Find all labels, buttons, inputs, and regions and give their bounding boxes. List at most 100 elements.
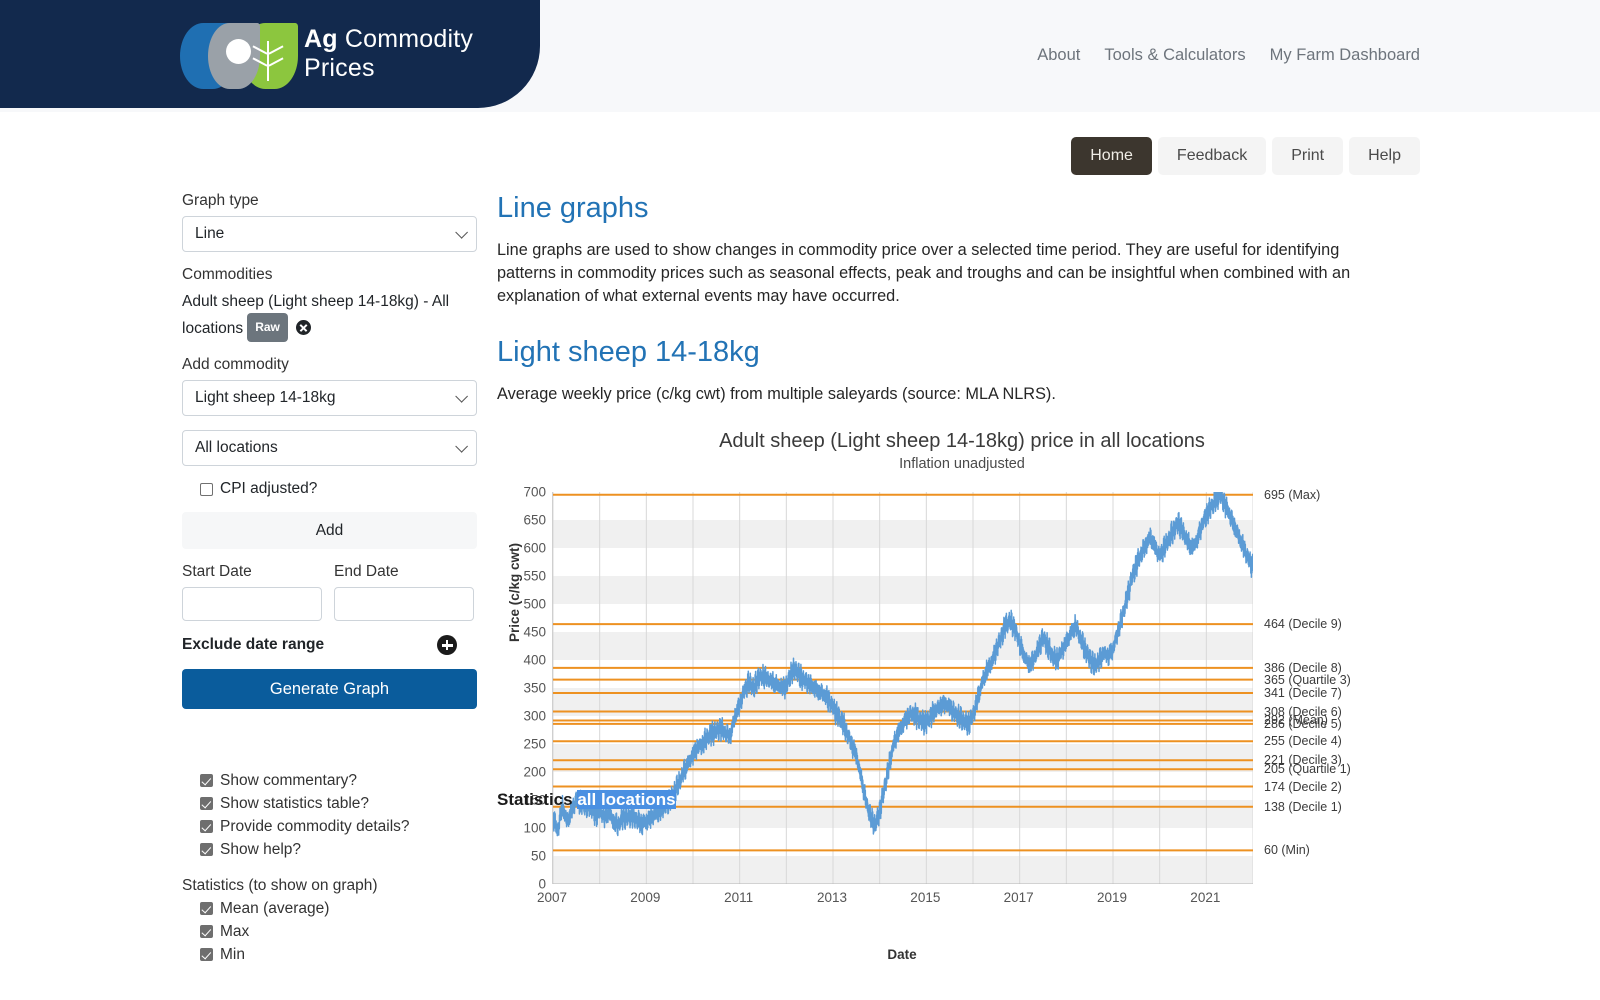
reference-line-label: 464 (Decile 9) [1264,617,1342,632]
statistic-max[interactable]: Max [200,920,477,943]
add-commodity-select[interactable]: Light sheep 14-18kg [182,380,477,416]
nav-item-my-farm-dashboard[interactable]: My Farm Dashboard [1270,46,1420,65]
cpi-adjusted-checkbox[interactable] [200,482,213,496]
controls-sidebar: Graph type Line Commodities Adult sheep … [182,192,477,966]
reference-line-label: 695 (Max) [1264,487,1321,502]
reference-line-label: 286 (Decile 5) [1264,716,1342,731]
y-tick: 200 [523,764,546,780]
page-toolbar: Home Feedback Print Help [1071,137,1420,175]
nav-item-about[interactable]: About [1037,46,1080,65]
chart-title: Adult sheep (Light sheep 14-18kg) price … [719,430,1205,452]
location-value: All locations [195,439,278,456]
plot-canvas [552,491,1254,885]
remove-commodity-icon[interactable] [295,320,311,335]
site-title: Ag Commodity Prices [304,25,540,83]
x-tick: 2007 [536,890,568,905]
reference-line-label: 138 (Decile 1) [1264,799,1342,814]
x-tick: 2019 [1096,890,1128,905]
show-statistics-table-label: Show statistics table? [220,794,370,812]
chart-svg [552,491,1254,885]
graph-type-value: Line [195,225,225,242]
end-date-label: End Date [334,563,399,580]
y-tick: 650 [523,512,546,528]
add-commodity-label: Add commodity [182,356,289,373]
max-checkbox[interactable] [200,925,213,938]
plot-area: Price (c/kg cwt) 0 50 100 150 200 250 300 350 40… [507,485,1351,963]
graph-type-select[interactable]: Line [182,216,477,252]
brand-panel: Ag Commodity Prices [0,0,540,108]
show-commentary-label: Show commentary? [220,771,357,789]
chevron-down-icon [455,439,468,453]
show-statistics-table-checkbox[interactable] [200,797,213,810]
y-tick: 350 [523,680,546,696]
reference-line-label: 205 (Quartile 1) [1264,762,1351,777]
page-title: Line graphs [497,192,649,224]
date-range-row: Start Date End Date [182,563,477,621]
statistic-mean[interactable]: Mean (average) [200,897,477,920]
generate-graph-button[interactable]: Generate Graph [182,669,477,709]
add-exclusion-icon[interactable] [437,635,457,655]
main-content: Line graphs Line graphs are used to show… [497,192,1427,990]
add-button[interactable]: Add [182,512,477,549]
chevron-down-icon [455,389,468,403]
provide-commodity-details-label: Provide commodity details? [220,817,410,835]
show-commentary-checkbox[interactable] [200,774,213,787]
start-date-input[interactable] [182,587,322,621]
price-chart: Adult sheep (Light sheep 14-18kg) price … [497,430,1427,990]
show-help-label: Show help? [220,840,302,858]
min-label: Min [220,945,245,963]
graph-type-label: Graph type [182,192,259,209]
reference-line-label: 365 (Quartile 3) [1264,672,1351,687]
exclude-date-range-row: Exclude date range [182,635,477,655]
site-logo-icon [180,17,298,91]
nav-item-tools-calculators[interactable]: Tools & Calculators [1104,46,1245,65]
print-button[interactable]: Print [1272,137,1344,175]
commodity-description: Average weekly price (c/kg cwt) from mul… [497,385,1056,403]
commodities-label: Commodities [182,266,273,283]
mean-label: Mean (average) [220,899,330,917]
bottom-statistics-heading: Statistics all locations [497,790,676,810]
primary-nav: About Tools & Calculators My Farm Dashbo… [1037,46,1420,65]
option-show-commentary[interactable]: Show commentary? [200,769,477,792]
y-tick: 500 [523,596,546,612]
end-date-input[interactable] [334,587,474,621]
x-tick: 2021 [1190,890,1221,905]
commodity-title: Light sheep 14-18kg [497,336,760,368]
y-tick: 600 [523,540,546,556]
selected-commodity-item: Adult sheep (Light sheep 14-18kg) - All … [182,290,474,342]
bottom-statistics-label: Statistics [497,790,573,809]
help-button[interactable]: Help [1349,137,1420,175]
selected-commodity-text: Adult sheep (Light sheep 14-18kg) - All … [182,293,450,337]
site-header: Ag Commodity Prices About Tools & Calcul… [0,0,1600,112]
max-label: Max [220,922,250,940]
y-tick: 400 [523,652,546,668]
option-provide-commodity-details[interactable]: Provide commodity details? [200,815,477,838]
option-show-statistics-table[interactable]: Show statistics table? [200,792,477,815]
x-tick: 2017 [1003,890,1034,905]
y-tick: 700 [523,484,546,500]
y-axis-label: Price (c/kg cwt) [507,542,522,642]
provide-commodity-details-checkbox[interactable] [200,820,213,833]
y-tick: 250 [523,736,546,752]
show-help-checkbox[interactable] [200,843,213,856]
home-button[interactable]: Home [1071,137,1152,175]
cpi-adjusted-row[interactable]: CPI adjusted? [200,480,477,498]
cpi-adjusted-label: CPI adjusted? [220,480,318,497]
location-select[interactable]: All locations [182,430,477,466]
exclude-date-range-label: Exclude date range [182,636,325,653]
x-axis-label: Date [887,947,917,962]
bottom-statistics-selection: all locations [577,790,676,809]
start-date-label: Start Date [182,563,252,580]
y-tick: 100 [523,820,546,836]
add-commodity-value: Light sheep 14-18kg [195,389,336,406]
min-checkbox[interactable] [200,948,213,961]
statistic-min[interactable]: Min [200,943,477,966]
brand-prefix: Ag [304,25,338,53]
option-show-help[interactable]: Show help? [200,838,477,861]
feedback-button[interactable]: Feedback [1157,137,1267,175]
mean-checkbox[interactable] [200,902,213,915]
reference-line-label: 255 (Decile 4) [1264,734,1342,749]
raw-badge: Raw [247,313,288,342]
reference-line-label: 174 (Decile 2) [1264,779,1342,794]
x-tick: 2009 [630,890,661,905]
